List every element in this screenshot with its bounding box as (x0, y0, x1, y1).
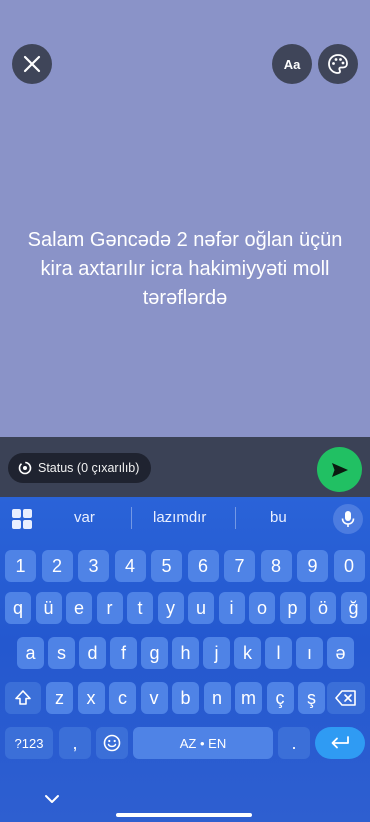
letter-key[interactable]: n (203, 682, 231, 714)
number-key[interactable]: 3 (78, 550, 109, 582)
backspace-key[interactable] (327, 682, 365, 714)
letter-key[interactable]: v (140, 682, 168, 714)
font-style-button[interactable]: Aa (272, 44, 312, 84)
suggestion-3[interactable]: bu (270, 509, 287, 526)
letter-key[interactable]: p (279, 592, 306, 624)
letter-key[interactable]: g (141, 637, 168, 669)
status-privacy-label: Status (0 çıxarılıb) (38, 461, 140, 475)
letter-key[interactable]: z (46, 682, 73, 714)
letter-key[interactable]: t (127, 592, 153, 624)
enter-icon (331, 736, 349, 749)
emoji-key[interactable] (96, 727, 128, 759)
symbols-key[interactable]: ?123 (5, 727, 53, 759)
letter-key[interactable]: d (79, 637, 106, 669)
number-key[interactable]: 9 (297, 550, 328, 582)
composer-bottom-bar: Status (0 çıxarılıb) (0, 437, 370, 497)
letter-key[interactable]: y (157, 592, 184, 624)
suggestion-strip: var lazımdır bu (0, 497, 370, 539)
letter-key[interactable]: ü (35, 592, 62, 624)
emoji-icon (103, 734, 121, 752)
shift-icon (15, 690, 31, 705)
letter-key[interactable]: c (109, 682, 136, 714)
letter-key[interactable]: r (96, 592, 123, 624)
number-key[interactable]: 1 (5, 550, 36, 582)
letter-key[interactable]: ö (310, 592, 336, 624)
letter-key[interactable]: e (66, 592, 92, 624)
letter-key[interactable]: m (235, 682, 262, 714)
letter-key[interactable]: u (188, 592, 214, 624)
palette-icon (328, 54, 348, 74)
letter-key[interactable]: s (48, 637, 75, 669)
letter-key[interactable]: ç (266, 682, 294, 714)
apps-grid-icon[interactable] (12, 509, 32, 529)
space-key[interactable]: AZ • EN (133, 727, 273, 759)
close-icon (23, 55, 41, 73)
number-key[interactable]: 7 (224, 550, 255, 582)
letter-key[interactable]: ə (327, 637, 354, 669)
microphone-icon (341, 511, 355, 527)
background-color-button[interactable] (318, 44, 358, 84)
hide-keyboard-chevron-icon[interactable] (43, 790, 61, 808)
number-key[interactable]: 6 (187, 550, 219, 582)
letter-key[interactable]: ş (298, 682, 325, 714)
letter-key[interactable]: b (172, 682, 199, 714)
status-privacy-button[interactable]: Status (0 çıxarılıb) (8, 453, 152, 483)
letter-key[interactable]: h (172, 637, 199, 669)
suggestion-2[interactable]: lazımdır (153, 509, 206, 526)
letter-key[interactable]: l (265, 637, 292, 669)
number-key[interactable]: 8 (260, 550, 292, 582)
gesture-nav-handle[interactable] (116, 813, 252, 817)
number-key[interactable]: 4 (114, 550, 146, 582)
send-icon (331, 462, 348, 477)
close-button[interactable] (12, 44, 52, 84)
letter-key[interactable]: a (17, 637, 44, 669)
voice-input-button[interactable] (333, 504, 363, 534)
shift-key[interactable] (5, 682, 41, 714)
status-text[interactable]: Salam Gəncədə 2 nəfər oğlan üçün kira ax… (20, 226, 350, 313)
enter-key[interactable] (315, 727, 365, 759)
number-key[interactable]: 2 (41, 550, 73, 582)
letter-key[interactable]: x (77, 682, 105, 714)
number-key[interactable]: 0 (333, 550, 365, 582)
letter-key[interactable]: k (234, 637, 261, 669)
letter-key[interactable]: ı (296, 637, 323, 669)
letter-key[interactable]: j (203, 637, 230, 669)
letter-key[interactable]: i (218, 592, 245, 624)
on-screen-keyboard: var lazımdır bu 1234567890 qüertyuiopöğ as… (0, 497, 370, 822)
letter-key[interactable]: f (110, 637, 137, 669)
font-style-label: Aa (283, 56, 301, 72)
number-key[interactable]: 5 (151, 550, 182, 582)
comma-key[interactable]: , (59, 727, 91, 759)
suggestion-1[interactable]: var (74, 509, 95, 526)
period-key[interactable]: . (278, 727, 310, 759)
letter-key[interactable]: ğ (340, 592, 367, 624)
send-button[interactable] (317, 447, 362, 492)
status-composer: Aa Salam Gəncədə 2 nəfər oğlan üçün kira… (0, 0, 370, 437)
backspace-icon (335, 690, 356, 706)
privacy-status-icon (18, 461, 32, 475)
letter-key[interactable]: q (5, 592, 31, 624)
letter-key[interactable]: o (249, 592, 275, 624)
suggestion-divider (235, 507, 236, 529)
suggestion-divider (131, 507, 132, 529)
